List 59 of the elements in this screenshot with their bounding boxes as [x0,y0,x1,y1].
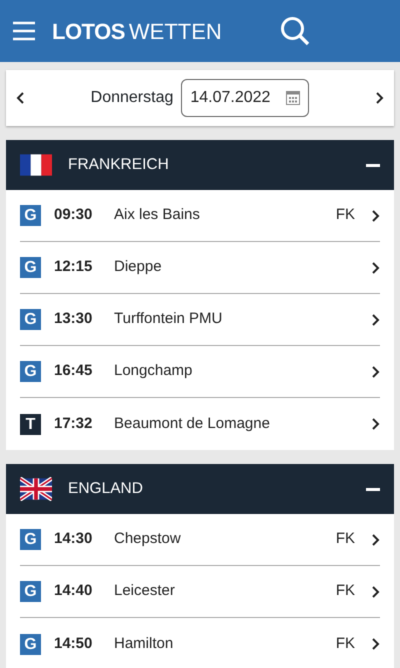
race-row[interactable]: T 17:32 Beaumont de Lomagne [20,398,380,450]
menu-icon[interactable] [12,21,36,41]
race-time: 14:50 [54,634,94,654]
race-row[interactable]: G 12:15 Dieppe [20,242,380,294]
race-type-badge: G [20,205,41,226]
venue-name: Leicester [114,581,175,602]
race-row[interactable]: G 09:30 Aix les Bains FK [20,190,380,242]
logo-text: LOTOS [52,18,125,46]
chevron-icon [371,260,380,274]
race-row[interactable]: G 13:30 Turffontein PMU [20,294,380,346]
weekday-label: Donnerstag [90,88,174,108]
race-type-badge: G [20,581,41,602]
race-row[interactable]: G 14:30 Chepstow FK [20,514,380,566]
date-field[interactable]: 14.07.2022 [181,79,310,117]
race-time: 16:45 [54,361,94,382]
race-type-badge: G [20,309,41,330]
collapse-icon[interactable] [366,164,380,166]
race-row[interactable]: G 14:40 Leicester FK [20,566,380,618]
race-type-badge: T [20,414,41,434]
logo-text: WETTEN [128,18,222,46]
venue-name: Hamilton [114,634,174,654]
chevron-icon [371,417,380,431]
race-time: 13:30 [54,309,94,330]
race-tag: FK [336,580,355,603]
next-day-icon[interactable] [375,91,384,105]
venue-name: Beaumont de Lomagne [114,414,270,434]
race-time: 09:30 [54,205,94,226]
chevron-icon [371,532,380,546]
race-time: 14:30 [54,529,94,550]
race-type-badge: G [20,257,41,278]
race-row[interactable]: G 16:45 Longchamp [20,346,380,398]
country-name: FRANKREICH [68,155,169,176]
race-type-badge: G [20,529,41,550]
venue-name: Aix les Bains [114,205,200,226]
chevron-icon [371,208,380,222]
chevron-icon [371,364,380,378]
race-row[interactable]: G 14:50 Hamilton FK [20,618,380,668]
search-icon[interactable] [280,16,310,46]
chevron-icon [371,312,380,326]
race-tag: FK [336,528,355,551]
venue-name: Longchamp [114,361,192,382]
venue-name: Turffontein PMU [114,309,222,330]
chevron-icon [371,637,380,651]
calendar-icon[interactable] [286,91,300,105]
race-type-badge: G [20,361,41,382]
race-time: 17:32 [54,414,94,434]
race-tag: FK [336,204,355,227]
chevron-icon [371,584,380,598]
race-tag: FK [336,632,355,656]
country-header[interactable]: FRANKREICH [6,140,394,190]
previous-day-icon[interactable] [16,91,25,105]
race-time: 12:15 [54,257,94,278]
race-type-badge: G [20,634,41,654]
country-header[interactable]: ENGLAND [6,464,394,514]
country-name: ENGLAND [68,479,143,500]
venue-name: Chepstow [114,529,181,550]
venue-name: Dieppe [114,257,162,278]
collapse-icon[interactable] [366,488,380,490]
race-time: 14:40 [54,581,94,602]
